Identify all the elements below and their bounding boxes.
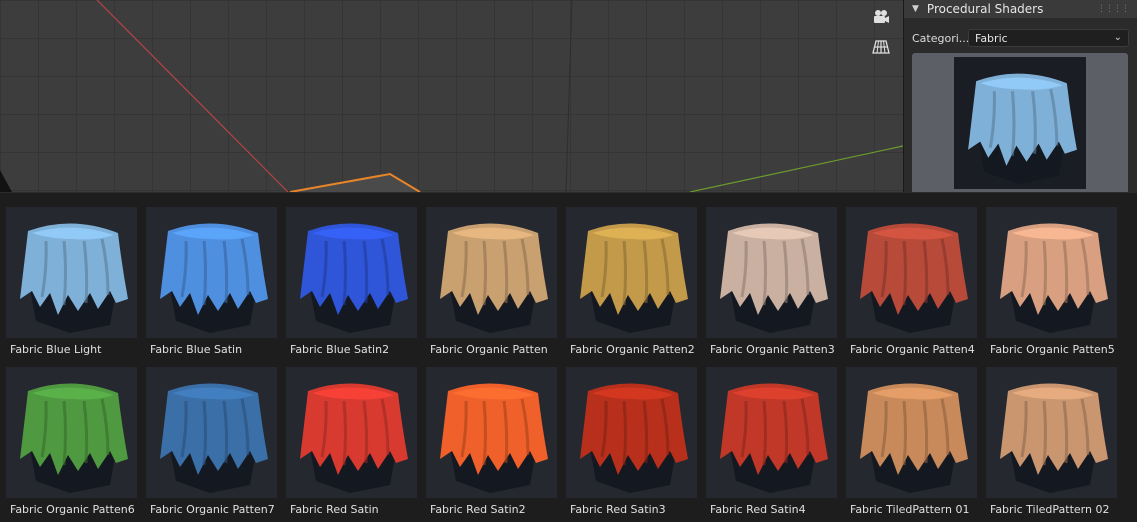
material-tile[interactable]: Fabric Blue Light	[3, 200, 137, 356]
material-label: Fabric Organic Patten2	[570, 343, 695, 356]
material-thumbnail	[426, 207, 557, 338]
material-tile[interactable]: Fabric Organic Patten	[423, 200, 557, 356]
material-tile[interactable]: Fabric Organic Patten4	[843, 200, 977, 356]
material-tile[interactable]: Fabric Organic Patten6	[3, 360, 137, 516]
material-tile[interactable]: Fabric Organic Patten3	[703, 200, 837, 356]
category-row: Categori... Fabric ⌄	[912, 28, 1129, 48]
material-label: Fabric TiledPattern 01	[850, 503, 970, 516]
material-tile[interactable]: Fabric Red Satin2	[423, 360, 557, 516]
material-label: Fabric Organic Patten6	[10, 503, 135, 516]
material-tile[interactable]: Fabric Organic Patten2	[563, 200, 697, 356]
material-thumbnail	[426, 367, 557, 498]
camera-view-icon[interactable]	[869, 5, 893, 29]
material-tile[interactable]: Fabric TiledPattern 02	[983, 360, 1117, 516]
material-tile[interactable]: Fabric Red Satin4	[703, 360, 837, 516]
material-label: Fabric Organic Patten7	[150, 503, 275, 516]
material-thumbnail	[986, 367, 1117, 498]
viewport-axes	[0, 0, 903, 192]
material-preview-frame[interactable]	[912, 53, 1128, 192]
material-thumbnail	[146, 207, 277, 338]
drag-grip-icon[interactable]: ⋮⋮⋮⋮	[1097, 4, 1130, 14]
material-thumbnail	[846, 367, 977, 498]
material-thumbnail	[986, 207, 1117, 338]
material-tile[interactable]: Fabric Organic Patten7	[143, 360, 277, 516]
material-label: Fabric Organic Patten3	[710, 343, 835, 356]
material-thumbnail	[706, 207, 837, 338]
category-value: Fabric	[975, 31, 1008, 45]
material-tile[interactable]: Fabric Red Satin3	[563, 360, 697, 516]
material-label: Fabric TiledPattern 02	[990, 503, 1110, 516]
material-thumbnail	[286, 207, 417, 338]
material-label: Fabric Organic Patten	[430, 343, 548, 356]
material-thumbnail-grid: Fabric Blue Light Fabric Blue Satin Fabric…	[0, 192, 1137, 522]
chevron-down-icon: ⌄	[1113, 32, 1122, 43]
material-label: Fabric Red Satin2	[430, 503, 526, 516]
material-label: Fabric Blue Light	[10, 343, 102, 356]
material-label: Fabric Organic Patten4	[850, 343, 975, 356]
material-label: Fabric Red Satin3	[570, 503, 666, 516]
material-preview-image	[954, 57, 1086, 189]
3d-viewport[interactable]	[0, 0, 903, 192]
material-tile[interactable]: Fabric Red Satin	[283, 360, 417, 516]
procedural-shaders-panel: ▼ Procedural Shaders ⋮⋮⋮⋮ Categori... Fa…	[903, 0, 1137, 192]
material-thumbnail	[6, 367, 137, 498]
material-thumbnail	[6, 207, 137, 338]
material-thumbnail	[286, 367, 417, 498]
panel-header[interactable]: ▼ Procedural Shaders ⋮⋮⋮⋮	[904, 0, 1137, 18]
panel-title: Procedural Shaders	[926, 2, 1044, 16]
material-thumbnail	[146, 367, 277, 498]
material-tile[interactable]: Fabric Organic Patten5	[983, 200, 1117, 356]
material-thumbnail	[566, 207, 697, 338]
material-tile[interactable]: Fabric Blue Satin2	[283, 200, 417, 356]
grid-view-icon[interactable]	[869, 35, 893, 59]
material-tile[interactable]: Fabric TiledPattern 01	[843, 360, 977, 516]
material-label: Fabric Blue Satin	[150, 343, 243, 356]
material-label: Fabric Organic Patten5	[990, 343, 1115, 356]
category-dropdown[interactable]: Fabric ⌄	[968, 29, 1129, 47]
material-label: Fabric Red Satin	[290, 503, 379, 516]
material-tile[interactable]: Fabric Blue Satin	[143, 200, 277, 356]
material-thumbnail	[566, 367, 697, 498]
category-label: Categori...	[912, 31, 970, 45]
material-thumbnail	[846, 207, 977, 338]
material-label: Fabric Red Satin4	[710, 503, 806, 516]
material-thumbnail	[706, 367, 837, 498]
collapse-triangle-icon[interactable]: ▼	[912, 4, 919, 14]
material-label: Fabric Blue Satin2	[290, 343, 390, 356]
